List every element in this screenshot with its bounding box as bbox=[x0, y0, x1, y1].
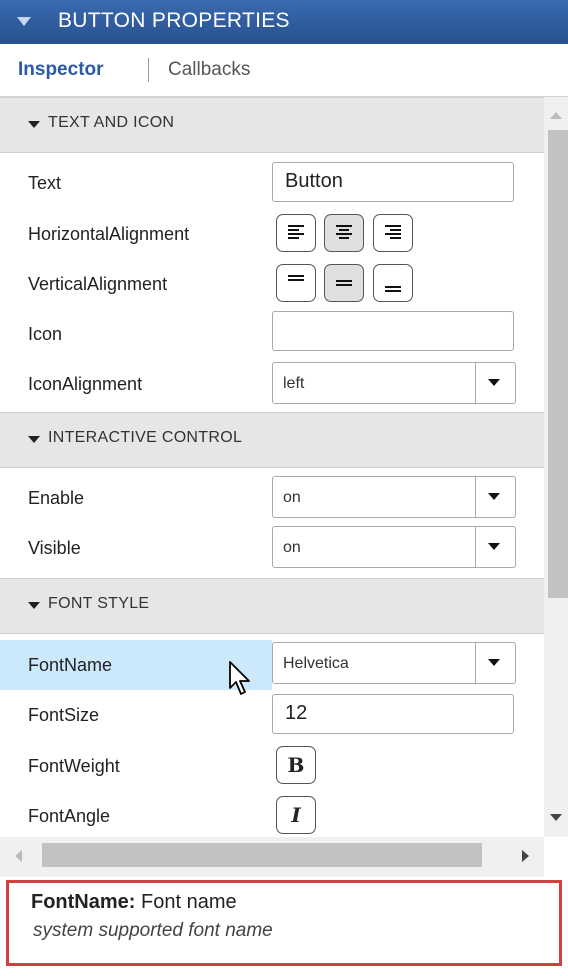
section-text-and-icon[interactable]: TEXT AND ICON bbox=[0, 97, 544, 153]
property-row-icon: Icon bbox=[0, 309, 544, 359]
dropdown-separator bbox=[475, 477, 476, 517]
dropdown-separator bbox=[475, 527, 476, 567]
chevron-down-icon bbox=[488, 493, 500, 500]
property-row-icon-alignment: IconAlignment left bbox=[0, 359, 544, 409]
valign-middle-icon bbox=[336, 280, 352, 286]
text-field[interactable]: Button bbox=[272, 162, 514, 202]
property-row-text: Text Button bbox=[0, 158, 544, 208]
valign-bottom-button[interactable] bbox=[373, 264, 413, 302]
chevron-down-icon bbox=[488, 659, 500, 666]
vertical-scroll-thumb[interactable] bbox=[548, 130, 568, 598]
property-row-font-size: FontSize 12 bbox=[0, 690, 544, 740]
property-row-font-angle: FontAngle I bbox=[0, 791, 544, 837]
dropdown-separator bbox=[475, 643, 476, 683]
inspector-tabs: Inspector Callbacks bbox=[0, 44, 568, 97]
section-interactive-control[interactable]: INTERACTIVE CONTROL bbox=[0, 412, 544, 468]
property-label-font-size: FontSize bbox=[28, 705, 100, 725]
align-right-button[interactable] bbox=[373, 214, 413, 252]
align-right-icon bbox=[385, 225, 401, 239]
align-center-icon bbox=[336, 225, 352, 239]
property-row-horizontal-alignment: HorizontalAlignment bbox=[0, 209, 544, 259]
valign-bottom-icon bbox=[385, 286, 401, 292]
scroll-right-icon[interactable] bbox=[520, 849, 530, 863]
property-label-vertical-alignment: VerticalAlignment bbox=[28, 274, 168, 294]
property-description-box: FontName: Font name system supported fon… bbox=[6, 880, 562, 966]
description-short: Font name bbox=[141, 891, 237, 913]
scroll-up-icon[interactable] bbox=[549, 111, 563, 121]
section-collapse-icon bbox=[28, 436, 40, 443]
panel-title: BUTTON PROPERTIES bbox=[58, 9, 290, 32]
property-row-font-weight: FontWeight B bbox=[0, 741, 544, 791]
icon-field[interactable] bbox=[272, 311, 514, 351]
property-label-horizontal-alignment: HorizontalAlignment bbox=[28, 224, 190, 244]
property-label-font-weight: FontWeight bbox=[28, 756, 120, 776]
property-label-icon: Icon bbox=[28, 324, 63, 344]
font-name-value: Helvetica bbox=[283, 655, 349, 672]
description-property-name: FontName: bbox=[31, 891, 136, 913]
property-panel: TEXT AND ICON Text Button HorizontalAlig… bbox=[0, 97, 544, 837]
tab-callbacks[interactable]: Callbacks bbox=[168, 59, 250, 81]
valign-top-button[interactable] bbox=[276, 264, 316, 302]
align-left-button[interactable] bbox=[276, 214, 316, 252]
tab-separator bbox=[148, 58, 149, 82]
font-size-field[interactable]: 12 bbox=[272, 694, 514, 734]
align-center-button[interactable] bbox=[324, 214, 364, 252]
icon-alignment-value: left bbox=[283, 375, 305, 392]
section-label: FONT STYLE bbox=[48, 595, 150, 612]
property-row-enable: Enable on bbox=[0, 473, 544, 523]
enable-value: on bbox=[283, 489, 301, 506]
section-label: TEXT AND ICON bbox=[48, 114, 175, 131]
align-left-icon bbox=[288, 225, 304, 239]
property-label-enable: Enable bbox=[28, 488, 85, 508]
property-label-icon-alignment: IconAlignment bbox=[28, 374, 143, 394]
section-collapse-icon bbox=[28, 602, 40, 609]
property-label-text: Text bbox=[28, 173, 62, 193]
chevron-down-icon bbox=[488, 379, 500, 386]
mouse-pointer-icon bbox=[229, 661, 250, 695]
chevron-down-icon bbox=[488, 543, 500, 550]
horizontal-scroll-thumb[interactable] bbox=[42, 843, 482, 867]
property-row-vertical-alignment: VerticalAlignment bbox=[0, 259, 544, 309]
bold-icon: B bbox=[287, 753, 305, 777]
italic-icon: I bbox=[291, 803, 301, 827]
property-label-font-name: FontName bbox=[28, 655, 113, 675]
collapse-triangle-icon[interactable] bbox=[14, 12, 34, 32]
description-detail: system supported font name bbox=[33, 920, 273, 941]
valign-middle-button[interactable] bbox=[324, 264, 364, 302]
property-row-visible: Visible on bbox=[0, 523, 544, 573]
font-angle-italic-button[interactable]: I bbox=[276, 796, 316, 834]
property-label-font-angle: FontAngle bbox=[28, 806, 111, 826]
visible-value: on bbox=[283, 539, 301, 556]
panel-title-bar[interactable]: BUTTON PROPERTIES bbox=[0, 0, 568, 44]
enable-dropdown[interactable]: on bbox=[272, 476, 516, 518]
valign-top-icon bbox=[288, 275, 304, 281]
section-font-style[interactable]: FONT STYLE bbox=[0, 578, 544, 634]
property-label-visible: Visible bbox=[28, 538, 81, 558]
scroll-left-icon[interactable] bbox=[14, 849, 24, 863]
font-name-dropdown[interactable]: Helvetica bbox=[272, 642, 516, 684]
icon-alignment-dropdown[interactable]: left bbox=[272, 362, 516, 404]
font-weight-bold-button[interactable]: B bbox=[276, 746, 316, 784]
description-heading: FontName: Font name bbox=[31, 891, 237, 914]
visible-dropdown[interactable]: on bbox=[272, 526, 516, 568]
section-label: INTERACTIVE CONTROL bbox=[48, 429, 243, 446]
section-collapse-icon bbox=[28, 121, 40, 128]
tab-inspector[interactable]: Inspector bbox=[18, 59, 104, 81]
dropdown-separator bbox=[475, 363, 476, 403]
scroll-down-icon[interactable] bbox=[549, 813, 563, 823]
